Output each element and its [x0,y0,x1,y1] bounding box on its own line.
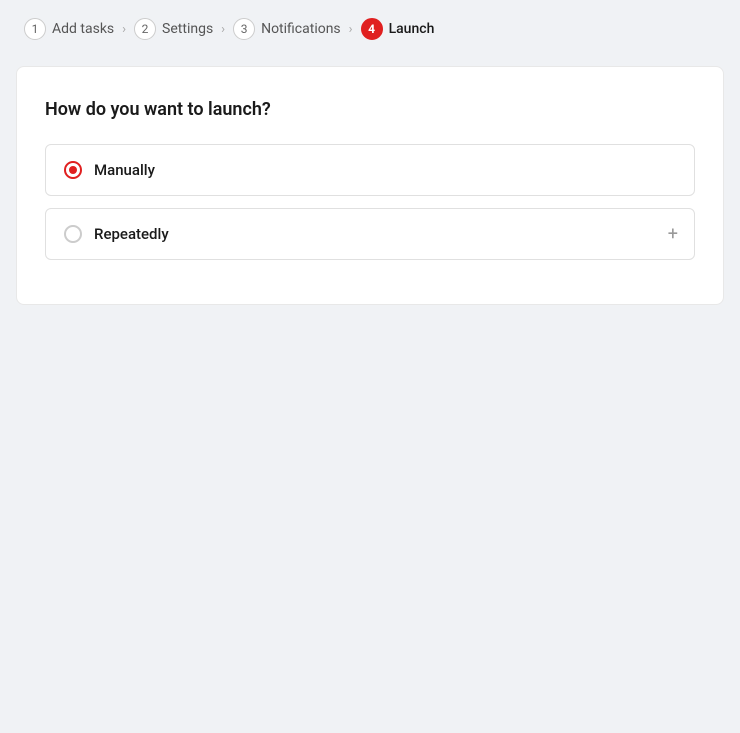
step-3-label: Notifications [261,21,341,37]
step-1-label: Add tasks [52,21,114,37]
step-1[interactable]: 1 Add tasks [24,18,114,40]
chevron-icon-2: › [221,22,225,37]
step-2[interactable]: 2 Settings [134,18,213,40]
radio-repeatedly[interactable] [64,225,82,243]
expand-icon: + [668,224,678,245]
step-3[interactable]: 3 Notifications [233,18,341,40]
chevron-icon-3: › [349,22,353,37]
step-2-label: Settings [162,21,213,37]
main-content: How do you want to launch? Manually Repe… [16,66,724,305]
option-manually-label: Manually [94,161,155,179]
chevron-icon-1: › [122,22,126,37]
option-manually[interactable]: Manually [45,144,695,196]
step-4-label: Launch [389,21,435,37]
radio-manually[interactable] [64,161,82,179]
section-title: How do you want to launch? [45,99,695,120]
step-4-number: 4 [361,18,383,40]
option-repeatedly[interactable]: Repeatedly + [45,208,695,260]
wizard-header: 1 Add tasks › 2 Settings › 3 Notificatio… [0,0,740,58]
step-2-number: 2 [134,18,156,40]
step-1-number: 1 [24,18,46,40]
step-4[interactable]: 4 Launch [361,18,435,40]
radio-manually-inner [69,166,77,174]
option-repeatedly-label: Repeatedly [94,225,169,243]
step-3-number: 3 [233,18,255,40]
